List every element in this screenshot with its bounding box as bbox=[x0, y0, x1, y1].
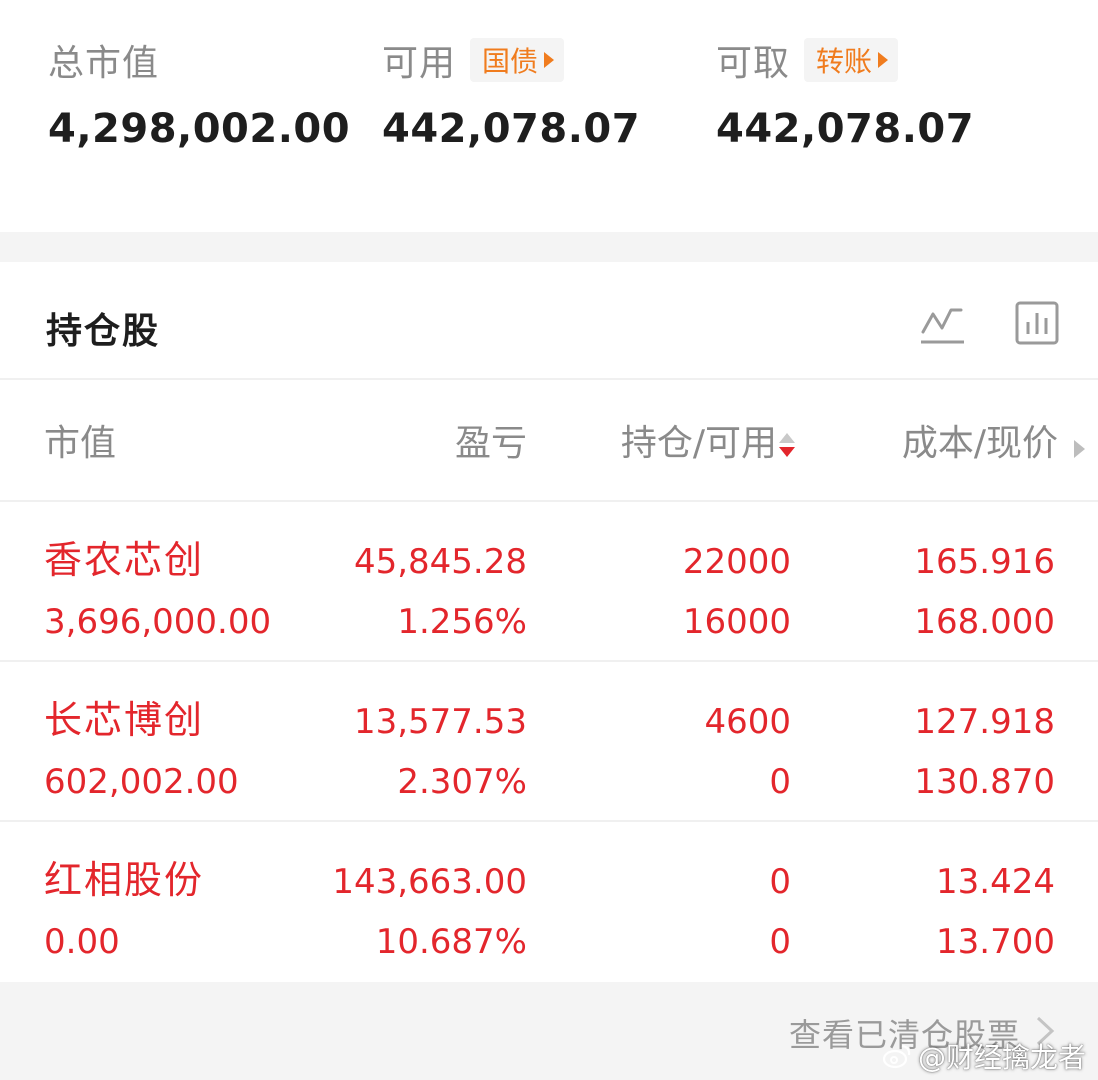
stock-profit: 13,577.53 bbox=[353, 702, 527, 742]
stock-name: 香农芯创 bbox=[44, 538, 205, 582]
holdings-title: 持仓股 bbox=[46, 311, 161, 352]
stock-position: 0 bbox=[769, 862, 791, 902]
total-market-value: 4,298,002.00 bbox=[48, 106, 351, 152]
available-funds-label: 可用 bbox=[382, 43, 457, 84]
footer: 查看已清仓股票 @财经擒龙者 bbox=[0, 982, 1098, 1080]
scroll-columns-right-icon[interactable] bbox=[1074, 440, 1085, 458]
column-position-available[interactable]: 持仓/可用 bbox=[621, 424, 795, 464]
stock-available: 0 bbox=[769, 922, 791, 962]
stock-price: 168.000 bbox=[914, 602, 1055, 642]
transfer-button[interactable]: 转账 bbox=[804, 38, 899, 82]
stock-name: 红相股份 bbox=[44, 858, 205, 902]
stock-cost: 13.424 bbox=[936, 862, 1055, 902]
holding-row[interactable]: 长芯博创 602,002.00 13,577.53 2.307% 4600 0 … bbox=[0, 662, 1098, 822]
column-cost-price[interactable]: 成本/现价 bbox=[902, 424, 1058, 464]
stock-cost: 165.916 bbox=[914, 542, 1055, 582]
holdings-column-header: 市值 盈亏 持仓/可用 成本/现价 bbox=[0, 380, 1098, 502]
stock-name: 长芯博创 bbox=[44, 698, 205, 742]
stock-market-value: 602,002.00 bbox=[44, 762, 239, 802]
stock-profit-pct: 10.687% bbox=[375, 922, 527, 962]
stock-price: 130.870 bbox=[914, 762, 1055, 802]
stock-price: 13.700 bbox=[936, 922, 1055, 962]
caret-right-icon bbox=[878, 52, 889, 68]
treasury-bond-label: 国债 bbox=[482, 45, 539, 78]
stock-position: 4600 bbox=[704, 702, 791, 742]
account-summary: 总市值 4,298,002.00 可用 国债 442,078.07 可取 转账 … bbox=[0, 0, 1098, 232]
stock-market-value: 3,696,000.00 bbox=[44, 602, 272, 642]
stock-profit: 45,845.28 bbox=[353, 542, 527, 582]
sort-desc-icon bbox=[779, 431, 795, 459]
total-market-value-label: 总市值 bbox=[48, 43, 160, 84]
withdrawable-funds-value: 442,078.07 bbox=[716, 106, 975, 152]
holdings-header: 持仓股 bbox=[0, 262, 1098, 380]
treasury-bond-button[interactable]: 国债 bbox=[470, 38, 565, 82]
column-profit-loss[interactable]: 盈亏 bbox=[455, 424, 527, 464]
watermark-text: @财经擒龙者 bbox=[917, 1041, 1086, 1074]
watermark: @财经擒龙者 bbox=[882, 1036, 1086, 1076]
caret-right-icon bbox=[544, 52, 555, 68]
stock-profit: 143,663.00 bbox=[332, 862, 527, 902]
stock-cost: 127.918 bbox=[914, 702, 1055, 742]
column-position-available-label: 持仓/可用 bbox=[620, 423, 777, 464]
holding-row[interactable]: 香农芯创 3,696,000.00 45,845.28 1.256% 22000… bbox=[0, 502, 1098, 662]
bar-chart-icon[interactable] bbox=[1014, 300, 1060, 346]
transfer-label: 转账 bbox=[816, 45, 873, 78]
line-chart-icon[interactable] bbox=[920, 300, 966, 346]
stock-profit-pct: 2.307% bbox=[397, 762, 527, 802]
stock-available: 16000 bbox=[682, 602, 791, 642]
total-market-value-block: 总市值 4,298,002.00 bbox=[48, 36, 350, 152]
withdrawable-funds-block: 可取 转账 442,078.07 bbox=[716, 36, 974, 152]
available-funds-block: 可用 国债 442,078.07 bbox=[382, 36, 640, 152]
stock-market-value: 0.00 bbox=[44, 922, 120, 962]
stock-position: 22000 bbox=[682, 542, 791, 582]
weibo-logo-icon bbox=[882, 1044, 911, 1069]
available-funds-value: 442,078.07 bbox=[382, 106, 641, 152]
stock-available: 0 bbox=[769, 762, 791, 802]
section-divider bbox=[0, 232, 1098, 262]
column-market-value[interactable]: 市值 bbox=[44, 424, 116, 464]
stock-profit-pct: 1.256% bbox=[397, 602, 527, 642]
withdrawable-funds-label: 可取 bbox=[716, 43, 791, 84]
holding-row[interactable]: 红相股份 0.00 143,663.00 10.687% 0 0 13.424 … bbox=[0, 822, 1098, 982]
